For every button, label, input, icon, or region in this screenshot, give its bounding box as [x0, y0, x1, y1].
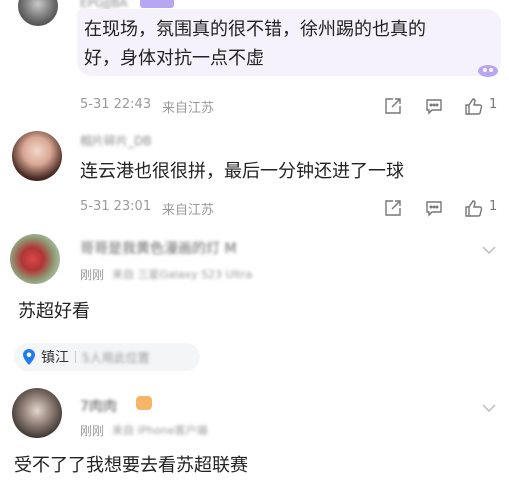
avatar[interactable]: [12, 388, 62, 438]
comment-time: 5-31 22:43: [80, 97, 152, 112]
thumbs-up-icon: [465, 200, 483, 217]
comment-device: 来自 iPhone客户端: [112, 424, 208, 437]
location-pin-icon: [22, 348, 36, 366]
comment-icon: [426, 201, 442, 217]
comment-time: 5-31 23:01: [80, 199, 152, 214]
share-button[interactable]: [383, 198, 403, 218]
comment-text-line2: 好，身体对抗一点不虚: [84, 48, 264, 69]
location-tag[interactable]: 镇江 5人用此位置: [14, 343, 200, 371]
username[interactable]: 7肉肉: [80, 396, 117, 416]
location-tag-count: 5人用此位置: [82, 350, 150, 365]
share-icon: [385, 200, 401, 216]
chevron-down-icon[interactable]: [481, 240, 497, 259]
comment-text-line1: 在现场，氛围真的很不错，徐州踢的也真的: [84, 19, 426, 40]
share-icon: [385, 98, 401, 114]
avatar[interactable]: [10, 234, 60, 284]
username[interactable]: 相片碎片_DB: [80, 132, 151, 149]
comment-text: 连云港也很很拼，最后一分钟还进了一球: [80, 161, 404, 182]
comment-icon: [426, 99, 442, 115]
comment-time: 刚刚: [80, 268, 105, 282]
location-tag-divider: [75, 351, 76, 363]
comment-text: 受不了了我想要去看苏超联赛: [14, 455, 248, 476]
avatar[interactable]: [12, 131, 62, 181]
chevron-down-icon[interactable]: [481, 398, 497, 417]
comment-location: 来自江苏: [162, 203, 215, 218]
like-count: 1: [489, 97, 498, 112]
like-button[interactable]: [463, 198, 485, 218]
reply-button[interactable]: [424, 96, 444, 116]
share-button[interactable]: [383, 96, 403, 116]
comment-device: 来自 三星Galaxy S23 Ultra: [112, 268, 253, 281]
like-count: 1: [489, 199, 498, 214]
sticker-icon: [476, 62, 500, 82]
avatar[interactable]: [18, 0, 58, 26]
location-tag-name: 镇江: [41, 350, 69, 366]
username[interactable]: 哥哥是我黄色漫画的灯 M: [80, 238, 237, 258]
thumbs-up-icon: [465, 98, 483, 115]
reply-button[interactable]: [424, 198, 444, 218]
comment-location: 来自江苏: [162, 101, 215, 116]
comment-text: 苏超好看: [18, 301, 90, 322]
comment-time: 刚刚: [80, 424, 105, 438]
user-badge-icon: [136, 396, 152, 410]
like-button[interactable]: [463, 96, 485, 116]
user-badge: [140, 0, 174, 8]
